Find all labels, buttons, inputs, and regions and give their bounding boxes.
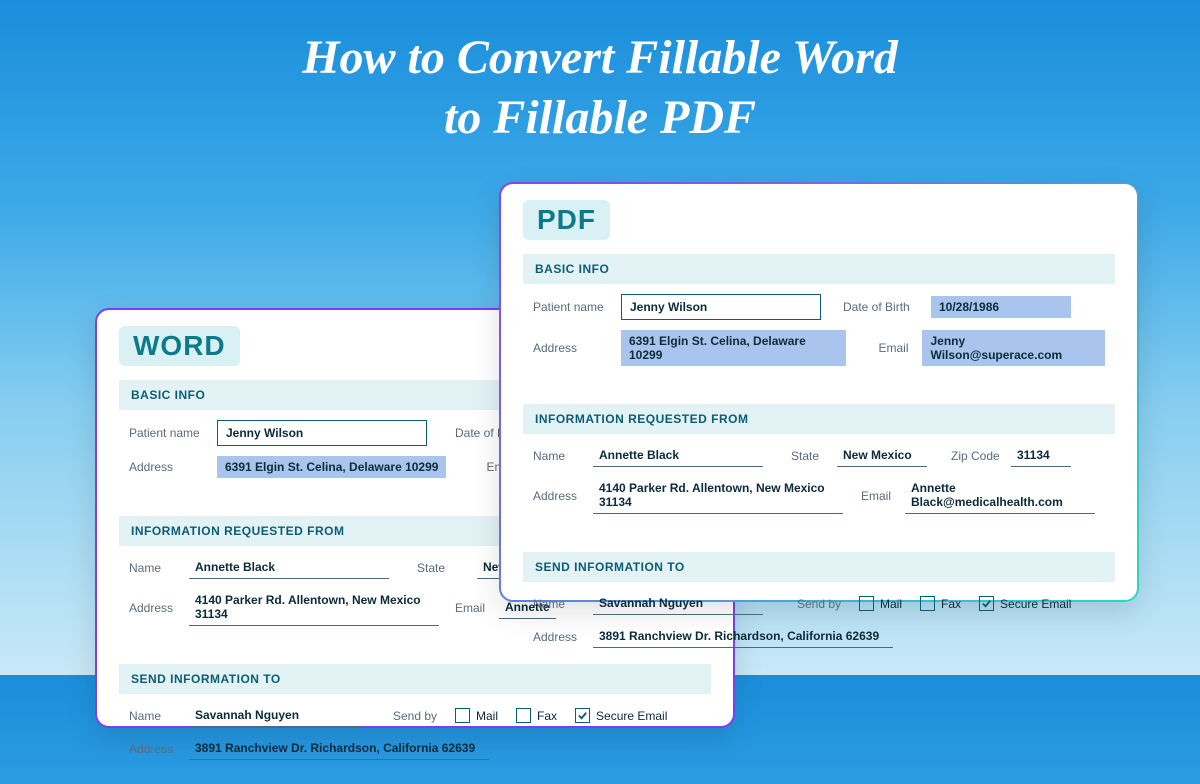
pdf-chip: PDF bbox=[523, 200, 610, 240]
pdf-requested-section: INFORMATION REQUESTED FROM Name Annette … bbox=[523, 404, 1115, 538]
email-label: Email bbox=[878, 341, 912, 355]
patient-name-label: Patient name bbox=[129, 426, 207, 440]
req-name-input[interactable]: Annette Black bbox=[189, 556, 389, 579]
req-name-input[interactable]: Annette Black bbox=[593, 444, 763, 467]
req-email-label: Email bbox=[861, 489, 895, 503]
hero-title: How to Convert Fillable Word to Fillable… bbox=[0, 0, 1200, 148]
email-input[interactable]: Jenny Wilson@superace.com bbox=[922, 330, 1105, 366]
fax-label: Fax bbox=[941, 597, 961, 611]
address-label: Address bbox=[129, 460, 207, 474]
send-name-input[interactable]: Savannah Nguyen bbox=[189, 704, 359, 727]
send-by-label: Send by bbox=[393, 709, 445, 723]
req-address-input[interactable]: 4140 Parker Rd. Allentown, New Mexico 31… bbox=[189, 589, 439, 626]
address-input[interactable]: 6391 Elgin St. Celina, Delaware 10299 bbox=[217, 456, 446, 478]
req-email-label: Email bbox=[455, 601, 489, 615]
send-address-label: Address bbox=[533, 630, 583, 644]
send-name-label: Name bbox=[129, 709, 179, 723]
dob-input[interactable]: 10/28/1986 bbox=[931, 296, 1071, 318]
secure-email-checkbox[interactable] bbox=[979, 596, 994, 611]
fax-label: Fax bbox=[537, 709, 557, 723]
patient-name-input[interactable]: Jenny Wilson bbox=[621, 294, 821, 320]
mail-label: Mail bbox=[880, 597, 902, 611]
hero-line2: to Fillable PDF bbox=[444, 91, 756, 144]
req-address-label: Address bbox=[533, 489, 583, 503]
patient-name-label: Patient name bbox=[533, 300, 611, 314]
pdf-send-header: SEND INFORMATION TO bbox=[523, 552, 1115, 582]
secure-email-label: Secure Email bbox=[596, 709, 667, 723]
patient-name-input[interactable]: Jenny Wilson bbox=[217, 420, 427, 446]
hero-line1: How to Convert Fillable Word bbox=[302, 31, 898, 84]
word-chip: WORD bbox=[119, 326, 240, 366]
pdf-basic-header: BASIC INFO bbox=[523, 254, 1115, 284]
req-state-label: State bbox=[417, 561, 467, 575]
secure-email-label: Secure Email bbox=[1000, 597, 1071, 611]
req-state-label: State bbox=[791, 449, 827, 463]
mail-checkbox[interactable] bbox=[455, 708, 470, 723]
req-name-label: Name bbox=[533, 449, 583, 463]
fax-checkbox[interactable] bbox=[920, 596, 935, 611]
mail-checkbox[interactable] bbox=[859, 596, 874, 611]
send-by-label: Send by bbox=[797, 597, 849, 611]
dob-label: Date of Birth bbox=[843, 300, 921, 314]
req-state-input[interactable]: New Mexico bbox=[837, 444, 927, 467]
send-name-input[interactable]: Savannah Nguyen bbox=[593, 592, 763, 615]
send-address-input[interactable]: 3891 Ranchview Dr. Richardson, Californi… bbox=[593, 625, 893, 648]
mail-label: Mail bbox=[476, 709, 498, 723]
req-name-label: Name bbox=[129, 561, 179, 575]
send-name-label: Name bbox=[533, 597, 583, 611]
secure-email-checkbox[interactable] bbox=[575, 708, 590, 723]
req-zip-label: Zip Code bbox=[951, 449, 1001, 463]
req-email-input[interactable]: Annette Black@medicalhealth.com bbox=[905, 477, 1095, 514]
address-input[interactable]: 6391 Elgin St. Celina, Delaware 10299 bbox=[621, 330, 846, 366]
word-send-section: SEND INFORMATION TO Name Savannah Nguyen… bbox=[119, 664, 711, 784]
pdf-send-section: SEND INFORMATION TO Name Savannah Nguyen… bbox=[523, 552, 1115, 672]
req-address-label: Address bbox=[129, 601, 179, 615]
send-address-input[interactable]: 3891 Ranchview Dr. Richardson, Californi… bbox=[189, 737, 489, 760]
pdf-card: PDF BASIC INFO Patient name Jenny Wilson… bbox=[499, 182, 1139, 602]
send-address-label: Address bbox=[129, 742, 179, 756]
pdf-basic-section: BASIC INFO Patient name Jenny Wilson Dat… bbox=[523, 254, 1115, 390]
fax-checkbox[interactable] bbox=[516, 708, 531, 723]
address-label: Address bbox=[533, 341, 611, 355]
req-zip-input[interactable]: 31134 bbox=[1011, 444, 1071, 467]
pdf-requested-header: INFORMATION REQUESTED FROM bbox=[523, 404, 1115, 434]
req-address-input[interactable]: 4140 Parker Rd. Allentown, New Mexico 31… bbox=[593, 477, 843, 514]
